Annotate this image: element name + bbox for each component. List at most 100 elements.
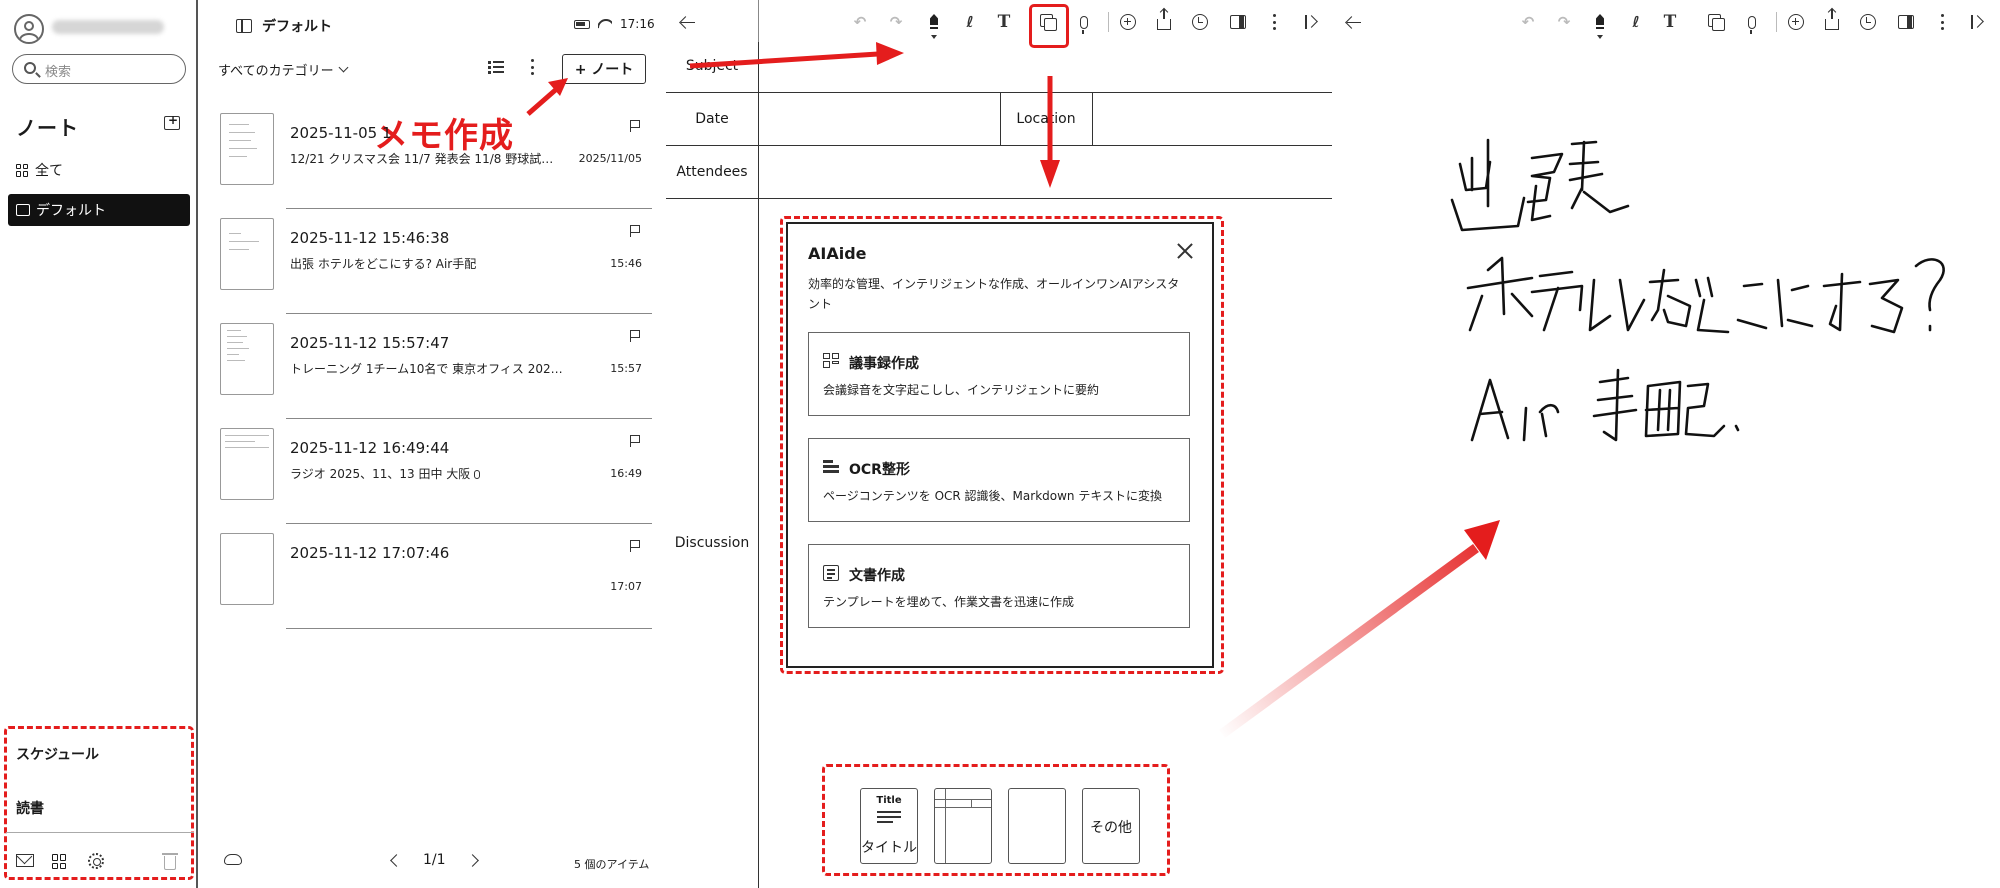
folder-title: デフォルト xyxy=(262,19,332,35)
sidebar-item-all[interactable]: 全て xyxy=(8,154,190,186)
prev-page-icon[interactable] xyxy=(390,853,403,867)
note-thumbnail xyxy=(220,218,274,290)
share-icon[interactable] xyxy=(1822,9,1842,32)
sidebar-footer-divider xyxy=(6,832,194,833)
cloud-sync-icon[interactable] xyxy=(224,854,242,865)
close-icon[interactable] xyxy=(1176,242,1194,260)
back-arrow-icon[interactable] xyxy=(1346,15,1361,29)
pen-icon[interactable] xyxy=(1590,12,1610,32)
add-page-icon[interactable] xyxy=(1786,12,1806,32)
back-arrow-icon[interactable] xyxy=(680,15,695,29)
note-date: 15:57 xyxy=(610,362,642,375)
mail-icon[interactable] xyxy=(16,854,34,867)
add-folder-icon[interactable] xyxy=(164,113,180,130)
list-view-icon[interactable] xyxy=(488,60,504,74)
sidebar-toggle-icon[interactable] xyxy=(236,19,252,33)
sidebar: 検索 ノート 全て デフォルト スケジュール 読書 xyxy=(0,0,196,888)
search-input[interactable]: 検索 xyxy=(12,54,186,84)
redo-icon[interactable]: ↷ xyxy=(1554,12,1574,32)
flag-icon[interactable] xyxy=(630,540,640,552)
ai-card-desc: 会議録音を文字起こしし、インテリジェントに要約 xyxy=(823,383,1100,397)
folder-header: デフォルト xyxy=(236,16,332,36)
pagination: 1/1 xyxy=(390,852,479,868)
location-label: Location xyxy=(1016,111,1076,127)
wifi-icon xyxy=(598,19,612,29)
sidebar-item-schedule[interactable]: スケジュール xyxy=(16,744,99,764)
list-item[interactable]: 2025-11-05 1 12/21 クリスマス会 11/7 発表会 11/8 … xyxy=(214,104,652,209)
pen-icon[interactable] xyxy=(924,12,944,32)
note-thumbnail xyxy=(220,113,274,185)
note-date: 2025/11/05 xyxy=(578,152,642,165)
handwritten-note-canvas[interactable] xyxy=(1432,130,1992,470)
arrow-to-handwriting xyxy=(1219,543,1479,739)
history-icon[interactable] xyxy=(1190,12,1210,32)
ai-card-desc: ページコンテンツを OCR 認識後、Markdown テキストに変換 xyxy=(823,489,1162,503)
template-card-caption: タイトル xyxy=(861,840,917,856)
undo-icon[interactable]: ↶ xyxy=(850,12,870,32)
ai-card-ocr[interactable]: OCR整形 ページコンテンツを OCR 認識後、Markdown テキストに変換 xyxy=(808,438,1190,522)
template-card-caption: その他 xyxy=(1090,820,1132,836)
microphone-icon xyxy=(474,470,481,479)
pen-dropdown-icon xyxy=(1597,35,1603,39)
trash-icon[interactable] xyxy=(162,853,178,870)
attendees-label: Attendees xyxy=(676,164,748,180)
category-dropdown-label: すべてのカテゴリー xyxy=(218,64,334,79)
collapse-panel-icon[interactable] xyxy=(1302,12,1322,32)
battery-icon xyxy=(574,19,590,29)
flag-icon[interactable] xyxy=(630,120,640,132)
apps-icon[interactable] xyxy=(52,854,67,869)
sidebar-divider xyxy=(196,0,198,888)
note-date: 17:07 xyxy=(610,580,642,593)
collapse-panel-icon[interactable] xyxy=(1968,12,1988,32)
list-item[interactable]: 2025-11-12 17:07:46 17:07 xyxy=(214,524,652,629)
brush-icon[interactable]: ℓ xyxy=(1626,12,1646,32)
list-item[interactable]: 2025-11-12 15:46:38 出張 ホテルをどこにする? Air手配 … xyxy=(214,209,652,314)
redo-icon[interactable]: ↷ xyxy=(886,12,906,32)
flag-icon[interactable] xyxy=(630,435,640,447)
more-options-icon[interactable] xyxy=(1940,14,1944,30)
ai-card-document[interactable]: 文書作成 テンプレートを埋めて、作業文書を迅速に作成 xyxy=(808,544,1190,628)
note-title: 2025-11-05 1 xyxy=(290,124,392,142)
template-card-table[interactable] xyxy=(934,788,992,864)
ocr-icon xyxy=(823,459,839,475)
brush-icon[interactable]: ℓ xyxy=(960,12,980,32)
search-icon xyxy=(24,62,36,74)
note-title: 2025-11-12 16:49:44 xyxy=(290,439,450,457)
note-thumbnail xyxy=(220,428,274,500)
microphone-icon[interactable] xyxy=(1074,12,1094,34)
split-view-icon[interactable] xyxy=(1228,12,1248,32)
undo-icon[interactable]: ↶ xyxy=(1518,12,1538,32)
text-tool-icon[interactable]: T xyxy=(1660,12,1680,32)
template-card-blank[interactable] xyxy=(1008,788,1066,864)
list-item[interactable]: 2025-11-12 16:49:44 ラジオ 2025、11、13 田中 大阪… xyxy=(214,419,652,524)
history-icon[interactable] xyxy=(1858,12,1878,32)
share-icon[interactable] xyxy=(1154,9,1174,32)
flag-icon[interactable] xyxy=(630,330,640,342)
template-card-other[interactable]: その他 xyxy=(1082,788,1140,864)
new-note-button[interactable]: + ノート xyxy=(562,54,646,84)
sidebar-item-reading[interactable]: 読書 xyxy=(16,798,44,818)
ai-aide-dialog: AIAide 効率的な管理、インテリジェントな作成、オールインワンAIアシスタン… xyxy=(786,222,1214,668)
note-title: 2025-11-12 17:07:46 xyxy=(290,544,450,562)
more-options-icon[interactable] xyxy=(1272,14,1276,30)
template-card-title[interactable]: Title タイトル xyxy=(860,788,918,864)
sidebar-item-default[interactable]: デフォルト xyxy=(8,194,190,226)
category-dropdown[interactable]: すべてのカテゴリー xyxy=(218,60,349,79)
split-view-icon[interactable] xyxy=(1896,12,1916,32)
next-page-icon[interactable] xyxy=(465,853,479,867)
note-snippet: 出張 ホテルをどこにする? Air手配 xyxy=(290,257,477,271)
layers-icon[interactable] xyxy=(1706,12,1726,32)
flag-icon[interactable] xyxy=(630,225,640,237)
avatar[interactable] xyxy=(14,14,44,44)
sidebar-item-label: 全て xyxy=(35,163,63,179)
ai-card-desc: テンプレートを埋めて、作業文書を迅速に作成 xyxy=(823,595,1075,609)
date-label: Date xyxy=(695,111,729,127)
microphone-icon[interactable] xyxy=(1742,12,1762,34)
ai-card-minutes[interactable]: 議事録作成 会議録音を文字起こしし、インテリジェントに要約 xyxy=(808,332,1190,416)
gear-icon[interactable] xyxy=(88,853,104,869)
list-item[interactable]: 2025-11-12 15:57:47 トレーニング 1チーム10名で 東京オフ… xyxy=(214,314,652,419)
toolbar-separator xyxy=(1776,12,1777,32)
more-options-icon[interactable] xyxy=(530,59,534,75)
add-page-icon[interactable] xyxy=(1118,12,1138,32)
text-tool-icon[interactable]: T xyxy=(994,12,1014,32)
